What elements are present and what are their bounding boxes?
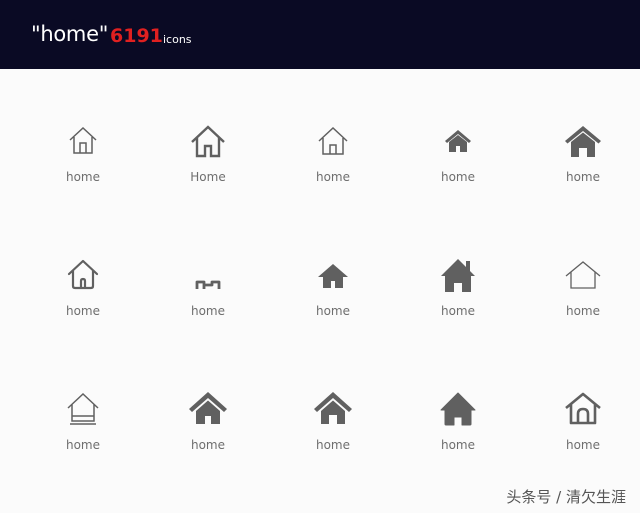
header-bar: "home" 6191 icons bbox=[0, 0, 640, 69]
icon-label: home bbox=[565, 304, 601, 318]
icon-label: home bbox=[190, 304, 226, 318]
watermark: 头条号 / 清欠生涯 bbox=[506, 488, 626, 506]
icon-card[interactable]: home bbox=[146, 389, 270, 509]
icon-card[interactable]: home bbox=[271, 389, 395, 509]
icon-grid: home Home home home home home home home … bbox=[0, 69, 640, 513]
icon-label: home bbox=[565, 170, 601, 184]
icon-label: Home bbox=[190, 170, 226, 184]
icon-card[interactable]: home bbox=[271, 121, 395, 241]
icon-label: home bbox=[65, 304, 101, 318]
result-count: 6191 bbox=[110, 25, 163, 47]
icon-card[interactable]: Home bbox=[146, 121, 270, 241]
icon-card[interactable]: home bbox=[396, 121, 520, 241]
icon-card[interactable]: home bbox=[146, 255, 270, 375]
house-wave-outline-icon bbox=[188, 255, 228, 295]
icon-card[interactable]: home bbox=[21, 255, 145, 375]
house-solid-chimney-icon bbox=[438, 255, 478, 295]
icon-card[interactable]: home bbox=[396, 255, 520, 375]
icon-label: home bbox=[190, 438, 226, 452]
icon-label: home bbox=[65, 438, 101, 452]
house-outline-base-icon bbox=[63, 389, 103, 429]
house-outline-icon bbox=[188, 121, 228, 161]
icon-card[interactable]: home bbox=[21, 389, 145, 509]
house-solid-rounded-icon bbox=[438, 389, 478, 429]
house-outline-minimal-icon bbox=[563, 255, 603, 295]
house-solid-door-alt-icon bbox=[313, 389, 353, 429]
icon-card[interactable]: home bbox=[521, 255, 640, 375]
house-outline-small-icon bbox=[313, 121, 353, 161]
search-query: "home" bbox=[31, 22, 109, 46]
icon-label: home bbox=[315, 170, 351, 184]
icon-label: home bbox=[440, 170, 476, 184]
result-unit: icons bbox=[163, 33, 192, 46]
house-solid-icon bbox=[563, 121, 603, 161]
icon-label: home bbox=[565, 438, 601, 452]
icon-label: home bbox=[315, 438, 351, 452]
house-rounded-outline-icon bbox=[63, 255, 103, 295]
icon-card[interactable]: home bbox=[396, 389, 520, 509]
house-outline-door-icon bbox=[563, 389, 603, 429]
icon-card[interactable]: home bbox=[271, 255, 395, 375]
icon-label: home bbox=[315, 304, 351, 318]
house-solid-small-icon bbox=[438, 121, 478, 161]
house-solid-small-flat-icon bbox=[313, 255, 353, 295]
icon-card[interactable]: home bbox=[21, 121, 145, 241]
house-solid-door-icon bbox=[188, 389, 228, 429]
house-outline-thin-icon bbox=[63, 121, 103, 161]
icon-card[interactable]: home bbox=[521, 121, 640, 241]
icon-label: home bbox=[440, 304, 476, 318]
icon-label: home bbox=[440, 438, 476, 452]
icon-label: home bbox=[65, 170, 101, 184]
